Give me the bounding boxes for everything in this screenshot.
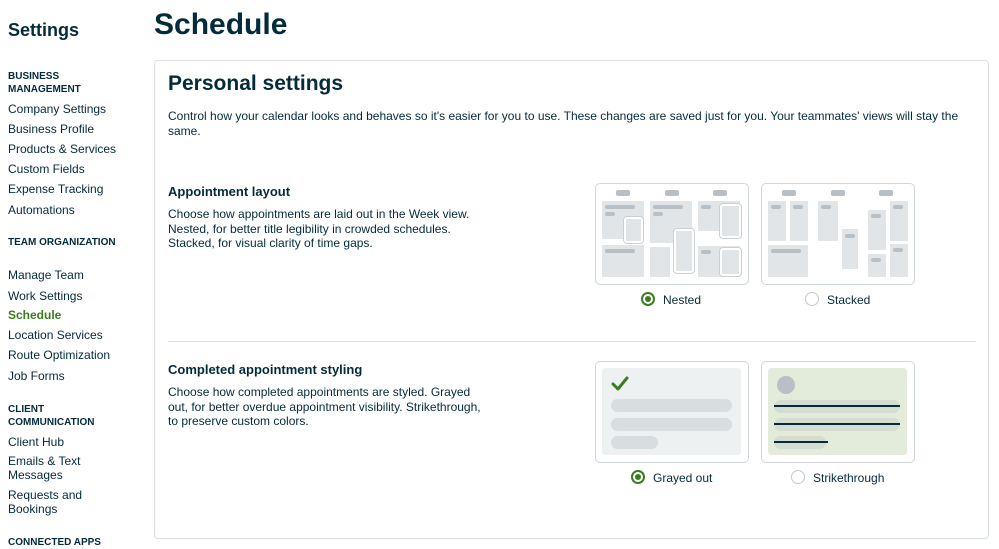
completed-styling-description: Choose how completed appointments are st… (168, 385, 481, 428)
section-divider (168, 341, 976, 342)
appointment-layout-description: Choose how appointments are laid out in … (168, 207, 470, 250)
strikethrough-radio-row[interactable]: Strikethrough (761, 470, 915, 488)
sidebar-item-business-profile[interactable]: Business Profile (8, 122, 133, 136)
nested-option[interactable]: Nested (595, 183, 749, 307)
grayed-out-preview[interactable] (595, 361, 749, 463)
nested-label: Nested (663, 293, 702, 307)
sidebar-item-job-forms[interactable]: Job Forms (8, 369, 133, 383)
sidebar-section-client-communication: CLIENT COMMUNICATION (8, 404, 95, 428)
sidebar-section-connected-apps: CONNECTED APPS (8, 537, 101, 548)
appointment-layout-title: Appointment layout (168, 184, 291, 199)
nested-radio[interactable] (641, 292, 655, 306)
sidebar-title: Settings (8, 20, 80, 40)
strikethrough-option[interactable]: Strikethrough (761, 361, 915, 485)
grayed-out-option[interactable]: Grayed out (595, 361, 749, 485)
completed-styling-title: Completed appointment styling (168, 362, 363, 377)
sidebar-item-company-settings[interactable]: Company Settings (8, 102, 133, 116)
sidebar-item-emails-text[interactable]: Emails & Text Messages (8, 454, 98, 482)
sidebar-item-schedule[interactable]: Schedule (8, 308, 133, 322)
stacked-preview[interactable] (761, 183, 915, 285)
page-title: Schedule (154, 8, 288, 41)
sidebar-section-team-organization: TEAM ORGANIZATION (8, 237, 116, 248)
sidebar-item-requests-bookings[interactable]: Requests and Bookings (8, 488, 98, 516)
stacked-radio-row[interactable]: Stacked (761, 292, 915, 310)
checkmark-icon (611, 376, 629, 391)
strikethrough-label: Strikethrough (813, 471, 885, 485)
grayed-out-radio-row[interactable]: Grayed out (595, 470, 749, 488)
strikethrough-preview[interactable] (761, 361, 915, 463)
grayed-out-radio[interactable] (631, 470, 645, 484)
personal-settings-card: Personal settings Control how your calen… (154, 60, 989, 539)
sidebar-item-work-settings[interactable]: Work Settings (8, 289, 133, 303)
sidebar-item-products-services[interactable]: Products & Services (8, 142, 133, 156)
sidebar-item-client-hub[interactable]: Client Hub (8, 435, 133, 449)
grayed-out-label: Grayed out (653, 471, 713, 485)
card-description: Control how your calendar looks and beha… (168, 109, 959, 138)
nested-preview[interactable] (595, 183, 749, 285)
sidebar-section-business-management: BUSINESS MANAGEMENT (8, 71, 81, 95)
sidebar-item-automations[interactable]: Automations (8, 203, 133, 217)
sidebar-item-location-services[interactable]: Location Services (8, 328, 133, 342)
settings-sidebar: Settings BUSINESS MANAGEMENT Company Set… (0, 0, 140, 548)
stacked-radio[interactable] (805, 292, 819, 306)
card-title: Personal settings (168, 72, 344, 95)
sidebar-item-expense-tracking[interactable]: Expense Tracking (8, 182, 133, 196)
sidebar-item-custom-fields[interactable]: Custom Fields (8, 162, 133, 176)
stacked-option[interactable]: Stacked (761, 183, 915, 307)
sidebar-item-route-optimization[interactable]: Route Optimization (8, 348, 133, 362)
avatar-placeholder (777, 376, 795, 394)
sidebar-item-manage-team[interactable]: Manage Team (8, 268, 133, 282)
strikethrough-radio[interactable] (791, 470, 805, 484)
stacked-label: Stacked (827, 293, 871, 307)
nested-radio-row[interactable]: Nested (595, 292, 749, 310)
